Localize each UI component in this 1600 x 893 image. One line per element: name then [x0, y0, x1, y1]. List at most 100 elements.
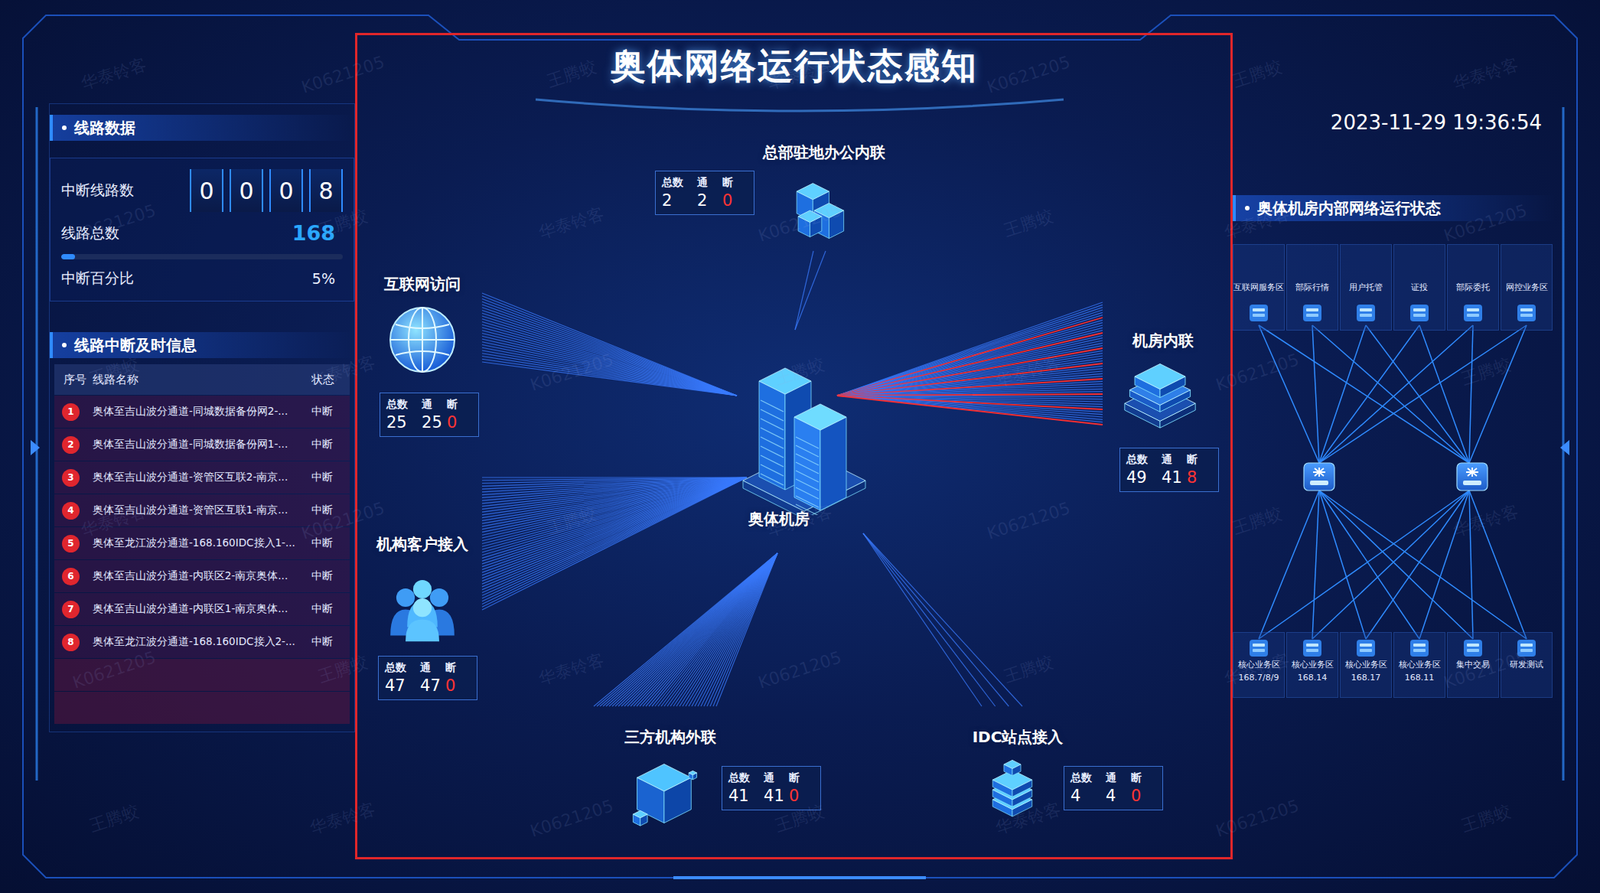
- stat-label: 中断百分比: [61, 268, 134, 289]
- switch-row: [1232, 461, 1556, 493]
- server-icon: [1248, 638, 1269, 658]
- table-row[interactable]: 6奥体至吉山波分通道-内联区2-南京奥体...中断: [54, 560, 350, 593]
- topology-panel: 奥体网络运行状态感知奥体机房总部驻地办公内联总数通断220互联网访问总数通断25…: [355, 32, 1233, 860]
- stat-label: 中断线路数: [61, 180, 134, 201]
- page-title: 奥体网络运行状态感知: [357, 42, 1231, 91]
- stat-header: 总数: [728, 771, 764, 786]
- stat-down: 0: [1130, 786, 1157, 805]
- server-icon: [1409, 638, 1430, 658]
- stat-header: 通: [697, 175, 723, 190]
- ratio-bar: [61, 254, 343, 260]
- stat-down: 0: [722, 191, 748, 210]
- zone-tile[interactable]: 研发测试: [1500, 632, 1553, 698]
- total-value: 168: [292, 221, 343, 245]
- index-badge: 2: [61, 436, 80, 454]
- zone-tile[interactable]: 核心业务区168.17: [1339, 632, 1392, 698]
- watermark: 华泰铃客: [993, 350, 1065, 394]
- node-label: 互联网访问: [384, 273, 461, 295]
- index-badge: 6: [61, 567, 80, 586]
- table-row[interactable]: 8奥体至龙江波分通道-168.160IDC接入2-...中断: [54, 625, 350, 659]
- line-name: 奥体至吉山波分通道-资管区互联2-南京...: [92, 470, 312, 485]
- watermark: 王腾蛟: [1229, 501, 1285, 540]
- line-name: 奥体至吉山波分通道-资管区互联1-南京...: [92, 503, 312, 518]
- stat-header: 断: [1186, 452, 1213, 467]
- zone-tile[interactable]: 网控业务区: [1500, 244, 1553, 331]
- node-label: 机构客户接入: [376, 534, 469, 555]
- topology-node[interactable]: [384, 301, 461, 379]
- node-stat-card: 总数通断25250: [379, 392, 480, 437]
- stat-up: 41: [1161, 468, 1187, 487]
- table-row[interactable]: 3奥体至吉山波分通道-资管区互联2-南京...中断: [54, 461, 350, 494]
- zone-sub-label: 168.11: [1404, 673, 1435, 684]
- topology-node[interactable]: [1117, 351, 1203, 436]
- zone-tile[interactable]: 核心业务区 168.14: [1286, 632, 1339, 698]
- watermark: K0621205: [984, 498, 1073, 544]
- zone-label: 用户托管: [1349, 283, 1383, 294]
- stat-header: 通: [421, 397, 447, 412]
- stat-header: 断: [446, 397, 473, 412]
- topology-node[interactable]: [380, 563, 465, 649]
- zone-sub-label: 168.14: [1297, 673, 1328, 684]
- line-stats: 中断线路数0008线路总数168中断百分比5%: [49, 157, 355, 302]
- server-icon: [1355, 638, 1376, 658]
- watermark: K0621205: [1213, 795, 1302, 841]
- stat-total: 4: [1070, 786, 1106, 805]
- stat-header: 断: [1130, 771, 1157, 786]
- digit-counter: 0008: [189, 169, 343, 212]
- column-header: 状态: [311, 372, 347, 388]
- watermark: 王腾蛟: [1000, 651, 1056, 689]
- stat-total: 2: [661, 191, 698, 210]
- server-icon: [1516, 638, 1537, 658]
- stat-up: 2: [697, 191, 723, 210]
- server-icon: [1463, 638, 1483, 658]
- watermark: 华泰铃客: [307, 797, 379, 841]
- index-badge: 7: [61, 600, 80, 619]
- ratio-bar-fill: [61, 254, 75, 260]
- stat-header: 总数: [661, 175, 698, 190]
- table-row[interactable]: 5奥体至龙江波分通道-168.160IDC接入1-...中断: [54, 527, 350, 560]
- link-fan-2: [837, 302, 1103, 425]
- index-badge: 3: [61, 469, 80, 487]
- topology-node[interactable]: [625, 753, 706, 834]
- table-row[interactable]: 4奥体至吉山波分通道-资管区互联1-南京...中断: [54, 494, 350, 527]
- server-icon: [977, 754, 1048, 825]
- zone-label: 核心业务区: [1291, 660, 1334, 671]
- zone-tile[interactable]: 核心业务区168.11: [1393, 632, 1446, 698]
- server-icon: [1409, 303, 1430, 323]
- bottom-zone-row: 核心业务区168.7/8/9 核心业务区 168.14 核心业务区168.17核心业务…: [1232, 632, 1556, 698]
- stat-up: 4: [1105, 786, 1131, 805]
- data-center-node[interactable]: [731, 346, 885, 500]
- watermark: K0621205: [984, 52, 1073, 98]
- watermark: 华泰铃客: [78, 52, 150, 96]
- node-label: 总部驻地办公内联: [762, 142, 886, 163]
- digit-box: 0: [229, 169, 264, 212]
- zone-tile[interactable]: 互联网服务区: [1232, 244, 1285, 331]
- datetime: 2023-11-29 19:36:54: [1232, 110, 1556, 134]
- zone-tile[interactable]: 部际行情: [1286, 244, 1339, 331]
- table-row[interactable]: 1奥体至吉山波分通道-同城数据备份网2-...中断: [54, 395, 350, 428]
- watermark: 华泰铃客: [1450, 499, 1522, 543]
- cube-icon: [625, 753, 706, 834]
- zone-label: 集中交易: [1456, 660, 1490, 671]
- table-row[interactable]: 2奥体至吉山波分通道-同城数据备份网1-...中断: [54, 428, 350, 461]
- zone-tile[interactable]: 部际委托: [1446, 244, 1499, 331]
- line-status: 中断: [311, 503, 347, 518]
- topology-node[interactable]: [977, 754, 1048, 825]
- node-label: 机房内联: [1132, 330, 1194, 352]
- stat-down: 0: [788, 786, 815, 805]
- bullet-dot: [61, 125, 67, 131]
- index-badge: 8: [61, 633, 80, 652]
- index-badge: 1: [61, 403, 80, 421]
- watermark: K0621205: [299, 52, 388, 98]
- zone-tile[interactable]: 用户托管: [1339, 244, 1392, 331]
- empty-row: [54, 658, 350, 691]
- zone-tile[interactable]: 证投: [1393, 244, 1446, 331]
- server-icon: [1248, 303, 1269, 323]
- line-status: 中断: [311, 536, 347, 551]
- zone-tile[interactable]: 核心业务区168.7/8/9: [1232, 632, 1285, 698]
- line-status: 中断: [311, 635, 347, 649]
- stat-header: 通: [1161, 452, 1187, 467]
- topology-node[interactable]: [782, 175, 856, 249]
- table-row[interactable]: 7奥体至吉山波分通道-内联区1-南京奥体...中断: [54, 593, 350, 626]
- zone-tile[interactable]: 集中交易: [1446, 632, 1499, 698]
